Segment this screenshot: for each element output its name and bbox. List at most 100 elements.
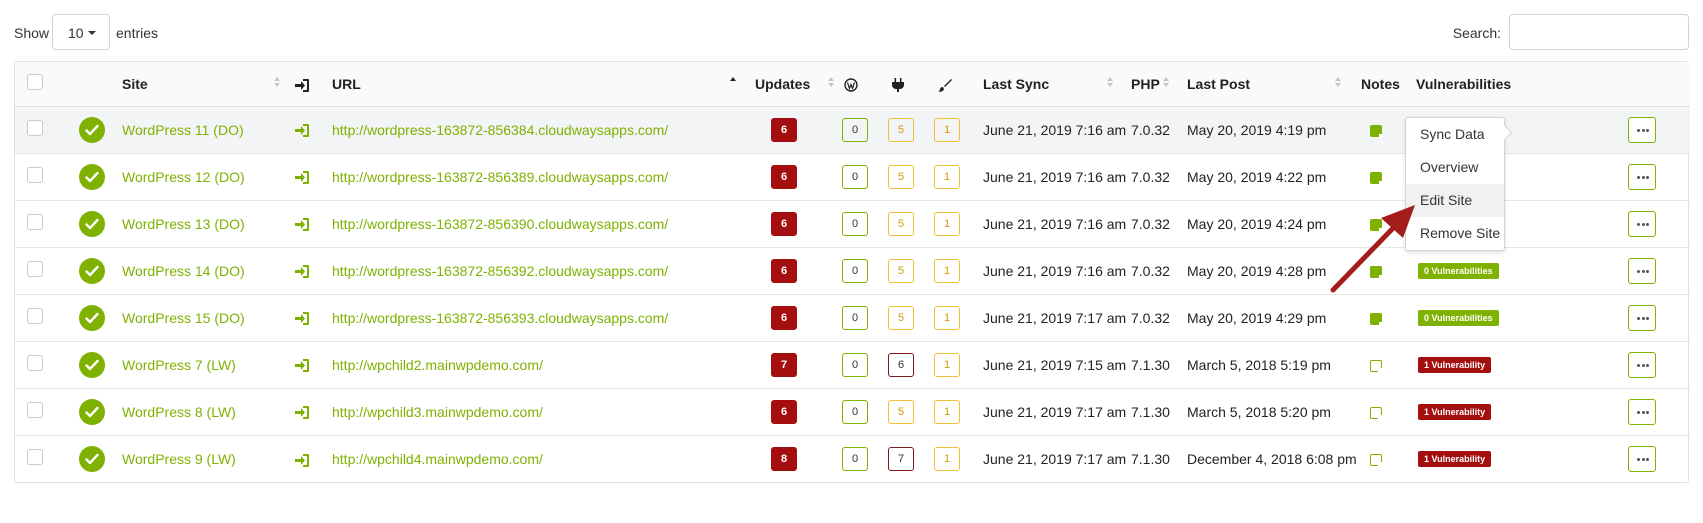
row-checkbox[interactable] xyxy=(27,308,43,324)
sign-in-icon[interactable] xyxy=(295,312,309,326)
note-icon[interactable] xyxy=(1370,406,1382,419)
updates-badge[interactable]: 6 xyxy=(771,117,797,142)
sign-in-icon[interactable] xyxy=(295,171,309,185)
menu-item-overview[interactable]: Overview xyxy=(1406,151,1504,184)
theme-updates-badge[interactable]: 1 xyxy=(934,211,960,236)
note-icon[interactable] xyxy=(1370,312,1383,326)
menu-item-sync-data[interactable]: Sync Data xyxy=(1406,118,1504,151)
theme-updates-badge[interactable]: 1 xyxy=(934,258,960,283)
note-icon[interactable] xyxy=(1370,171,1383,185)
entries-select[interactable]: 10 xyxy=(52,14,110,50)
note-icon[interactable] xyxy=(1370,124,1383,138)
theme-updates-badge[interactable]: 1 xyxy=(934,117,960,142)
plugin-updates-badge[interactable]: 5 xyxy=(888,305,914,330)
row-actions-button[interactable] xyxy=(1628,398,1656,425)
updates-badge[interactable]: 7 xyxy=(771,352,797,377)
row-actions-button[interactable] xyxy=(1628,351,1656,378)
select-all-checkbox[interactable] xyxy=(27,74,43,91)
sign-in-icon[interactable] xyxy=(295,218,309,232)
theme-updates-badge[interactable]: 1 xyxy=(934,446,960,471)
plugins-header[interactable] xyxy=(888,62,934,107)
row-checkbox[interactable] xyxy=(27,449,43,466)
site-url-link[interactable]: http://wordpress-163872-856389.cloudways… xyxy=(332,169,668,185)
wp-core-updates-badge[interactable]: 0 xyxy=(842,352,868,377)
site-name-link[interactable]: WordPress 15 (DO) xyxy=(122,310,245,326)
updates-badge[interactable]: 8 xyxy=(771,446,797,471)
site-name-link[interactable]: WordPress 11 (DO) xyxy=(122,122,244,138)
wp-core-updates-badge[interactable]: 0 xyxy=(842,258,868,283)
wp-core-updates-badge[interactable]: 0 xyxy=(842,117,868,142)
plugin-updates-badge[interactable]: 5 xyxy=(888,117,914,142)
row-checkbox[interactable] xyxy=(27,261,43,277)
last-post-cell: May 20, 2019 4:29 pm xyxy=(1187,309,1327,326)
vulnerability-badge[interactable]: 1 Vulnerability xyxy=(1418,451,1492,468)
wp-core-updates-badge[interactable]: 0 xyxy=(842,164,868,189)
search-label: Search: xyxy=(1452,25,1501,41)
sign-in-icon[interactable] xyxy=(295,265,309,279)
site-url-link[interactable]: http://wordpress-163872-856384.cloudways… xyxy=(332,122,668,138)
note-icon[interactable] xyxy=(1370,454,1382,467)
site-name-link[interactable]: WordPress 8 (LW) xyxy=(122,404,236,420)
row-actions-button[interactable] xyxy=(1628,257,1656,284)
php-cell: 7.0.32 xyxy=(1131,309,1170,326)
vulnerability-badge[interactable]: 0 Vulnerabilities xyxy=(1418,310,1499,327)
wp-core-header[interactable] xyxy=(842,62,888,107)
updates-badge[interactable]: 6 xyxy=(771,399,797,424)
updates-header[interactable]: Updates xyxy=(744,62,842,107)
site-url-link[interactable]: http://wordpress-163872-856390.cloudways… xyxy=(332,216,668,232)
vulnerability-badge[interactable]: 0 Vulnerabilities xyxy=(1418,263,1499,280)
row-actions-button[interactable] xyxy=(1628,116,1656,143)
row-actions-button[interactable] xyxy=(1628,163,1656,190)
theme-updates-badge[interactable]: 1 xyxy=(934,164,960,189)
site-name-link[interactable]: WordPress 13 (DO) xyxy=(122,216,245,232)
vulnerability-badge[interactable]: 1 Vulnerability xyxy=(1418,404,1492,421)
site-header[interactable]: Site xyxy=(119,62,289,107)
theme-updates-badge[interactable]: 1 xyxy=(934,399,960,424)
updates-badge[interactable]: 6 xyxy=(771,305,797,330)
row-actions-button[interactable] xyxy=(1628,445,1656,472)
site-name-link[interactable]: WordPress 12 (DO) xyxy=(122,169,245,185)
plugin-updates-badge[interactable]: 5 xyxy=(888,258,914,283)
plugin-updates-badge[interactable]: 5 xyxy=(888,399,914,424)
row-checkbox[interactable] xyxy=(27,355,43,371)
themes-header[interactable] xyxy=(934,62,980,107)
theme-updates-badge[interactable]: 1 xyxy=(934,352,960,377)
row-checkbox[interactable] xyxy=(27,120,43,136)
site-url-link[interactable]: http://wpchild2.mainwpdemo.com/ xyxy=(332,357,543,373)
sign-in-icon[interactable] xyxy=(295,124,309,138)
plugin-updates-badge[interactable]: 6 xyxy=(888,352,914,377)
wp-core-updates-badge[interactable]: 0 xyxy=(842,211,868,236)
url-header[interactable]: URL xyxy=(329,62,744,107)
site-name-link[interactable]: WordPress 14 (DO) xyxy=(122,263,245,279)
wp-core-updates-badge[interactable]: 0 xyxy=(842,446,868,471)
sign-in-icon[interactable] xyxy=(295,453,309,467)
wp-core-updates-badge[interactable]: 0 xyxy=(842,305,868,330)
row-checkbox[interactable] xyxy=(27,402,43,418)
row-checkbox[interactable] xyxy=(27,167,43,183)
vulnerability-badge[interactable]: 1 Vulnerability xyxy=(1418,357,1492,374)
row-checkbox[interactable] xyxy=(27,214,43,230)
row-actions-button[interactable] xyxy=(1628,210,1656,237)
site-url-link[interactable]: http://wpchild4.mainwpdemo.com/ xyxy=(332,451,543,467)
plugin-updates-badge[interactable]: 7 xyxy=(888,446,914,471)
search-input[interactable] xyxy=(1509,14,1689,50)
plugin-updates-badge[interactable]: 5 xyxy=(888,164,914,189)
site-url-link[interactable]: http://wpchild3.mainwpdemo.com/ xyxy=(332,404,543,420)
site-url-link[interactable]: http://wordpress-163872-856392.cloudways… xyxy=(332,263,668,279)
wp-core-updates-badge[interactable]: 0 xyxy=(842,399,868,424)
site-name-link[interactable]: WordPress 7 (LW) xyxy=(122,357,236,373)
last-post-header[interactable]: Last Post xyxy=(1184,62,1358,107)
sign-in-icon[interactable] xyxy=(295,406,309,420)
theme-updates-badge[interactable]: 1 xyxy=(934,305,960,330)
site-url-link[interactable]: http://wordpress-163872-856393.cloudways… xyxy=(332,310,668,326)
updates-badge[interactable]: 6 xyxy=(771,211,797,236)
site-name-link[interactable]: WordPress 9 (LW) xyxy=(122,451,236,467)
php-header[interactable]: PHP xyxy=(1128,62,1184,107)
plugin-updates-badge[interactable]: 5 xyxy=(888,211,914,236)
sign-in-icon[interactable] xyxy=(295,359,309,373)
note-icon[interactable] xyxy=(1370,359,1382,372)
updates-badge[interactable]: 6 xyxy=(771,258,797,283)
updates-badge[interactable]: 6 xyxy=(771,164,797,189)
row-actions-button[interactable] xyxy=(1628,304,1656,331)
last-sync-header[interactable]: Last Sync xyxy=(980,62,1128,107)
